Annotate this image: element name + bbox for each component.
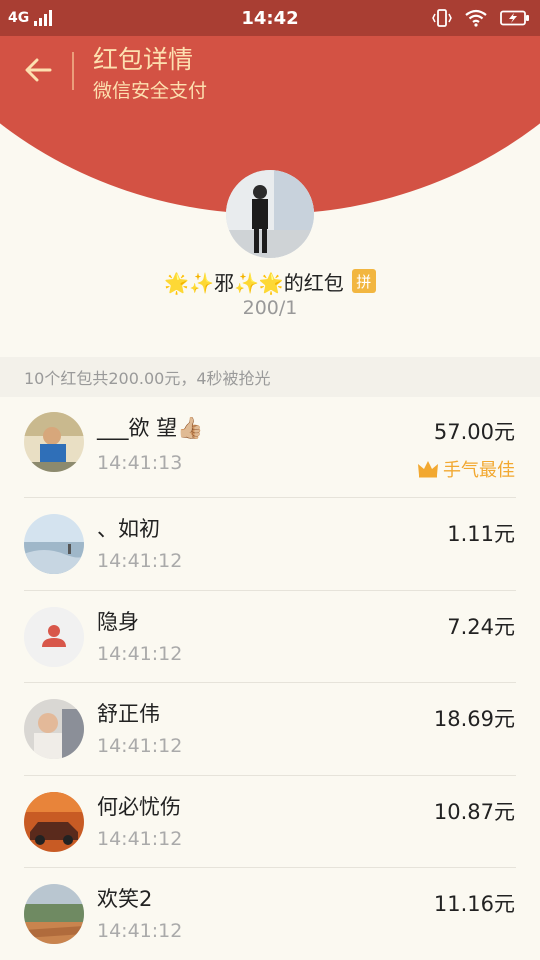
list-item[interactable]: 舒正伟 14:41:12 18.69元 [0, 683, 540, 776]
record-time: 14:41:12 [97, 827, 183, 850]
summary-bar: 10个红包共200.00元，4秒被抢光 [0, 357, 540, 397]
record-name: 舒正伟 [97, 702, 160, 726]
back-button[interactable] [18, 50, 58, 90]
battery-charging-icon [500, 10, 529, 26]
record-time: 14:41:13 [97, 452, 183, 474]
header: 红包详情 微信安全支付 [0, 36, 540, 106]
record-name: 隐身 [97, 609, 139, 634]
list-item[interactable]: 欢笑2 14:41:12 11.16元 [0, 868, 540, 960]
sender-avatar[interactable] [226, 170, 314, 258]
record-time: 14:41:12 [97, 920, 183, 942]
list-item[interactable]: 何必忧伤 14:41:12 10.87元 [0, 776, 540, 868]
record-amount: 57.00元 [433, 420, 515, 444]
vibrate-icon [432, 9, 452, 27]
record-amount: 7.24元 [447, 614, 515, 639]
best-luck-badge: 手气最佳 [417, 456, 515, 482]
record-list: ___欲 望👍🏼 14:41:13 57.00元 手气最佳 、如初 14:41:… [0, 398, 540, 960]
avatar [24, 606, 84, 667]
record-time: 14:41:12 [97, 642, 183, 665]
status-bar: 4G 14:42 [0, 0, 540, 36]
record-name: 欢笑2 [97, 887, 153, 911]
crown-icon [418, 461, 438, 478]
best-luck-label: 手气最佳 [443, 460, 515, 481]
sender-name: 🌟✨邪✨🌟的红包 [164, 270, 344, 295]
red-packet-detail-screen: 4G 14:42 红包详情 微信安全支付 🌟✨邪✨🌟的红包 拼 200/1 10… [0, 0, 540, 960]
avatar [24, 514, 84, 574]
sender-count: 200/1 [242, 297, 298, 319]
avatar [24, 412, 84, 472]
record-time: 14:41:12 [97, 735, 183, 757]
page-title: 红包详情 [93, 45, 194, 74]
record-name: 何必忧伤 [97, 794, 181, 819]
default-user-icon [24, 606, 84, 667]
record-name: 、如初 [97, 517, 160, 541]
sender-avatar-image [226, 170, 314, 258]
record-amount: 11.16元 [433, 892, 515, 916]
list-item[interactable]: 、如初 14:41:12 1.11元 [0, 498, 540, 591]
network-indicator: 4G [8, 10, 55, 26]
list-item[interactable]: 隐身 14:41:12 7.24元 [0, 591, 540, 683]
back-arrow-icon [25, 58, 52, 82]
page-subtitle: 微信安全支付 [93, 80, 208, 102]
avatar [24, 699, 84, 759]
network-type: 4G [8, 10, 30, 26]
sender-title: 🌟✨邪✨🌟的红包 拼 [0, 264, 540, 298]
record-amount: 10.87元 [433, 799, 515, 824]
record-name: ___欲 望👍🏼 [97, 416, 204, 440]
record-amount: 1.11元 [447, 522, 515, 546]
avatar [24, 791, 84, 852]
header-divider [72, 52, 74, 90]
avatar [24, 884, 84, 944]
signal-icon [34, 10, 53, 26]
wifi-icon [465, 9, 487, 27]
record-amount: 18.69元 [433, 707, 515, 731]
pin-badge: 拼 [351, 269, 376, 293]
record-time: 14:41:12 [97, 550, 183, 572]
list-item[interactable]: ___欲 望👍🏼 14:41:13 57.00元 手气最佳 [0, 398, 540, 498]
